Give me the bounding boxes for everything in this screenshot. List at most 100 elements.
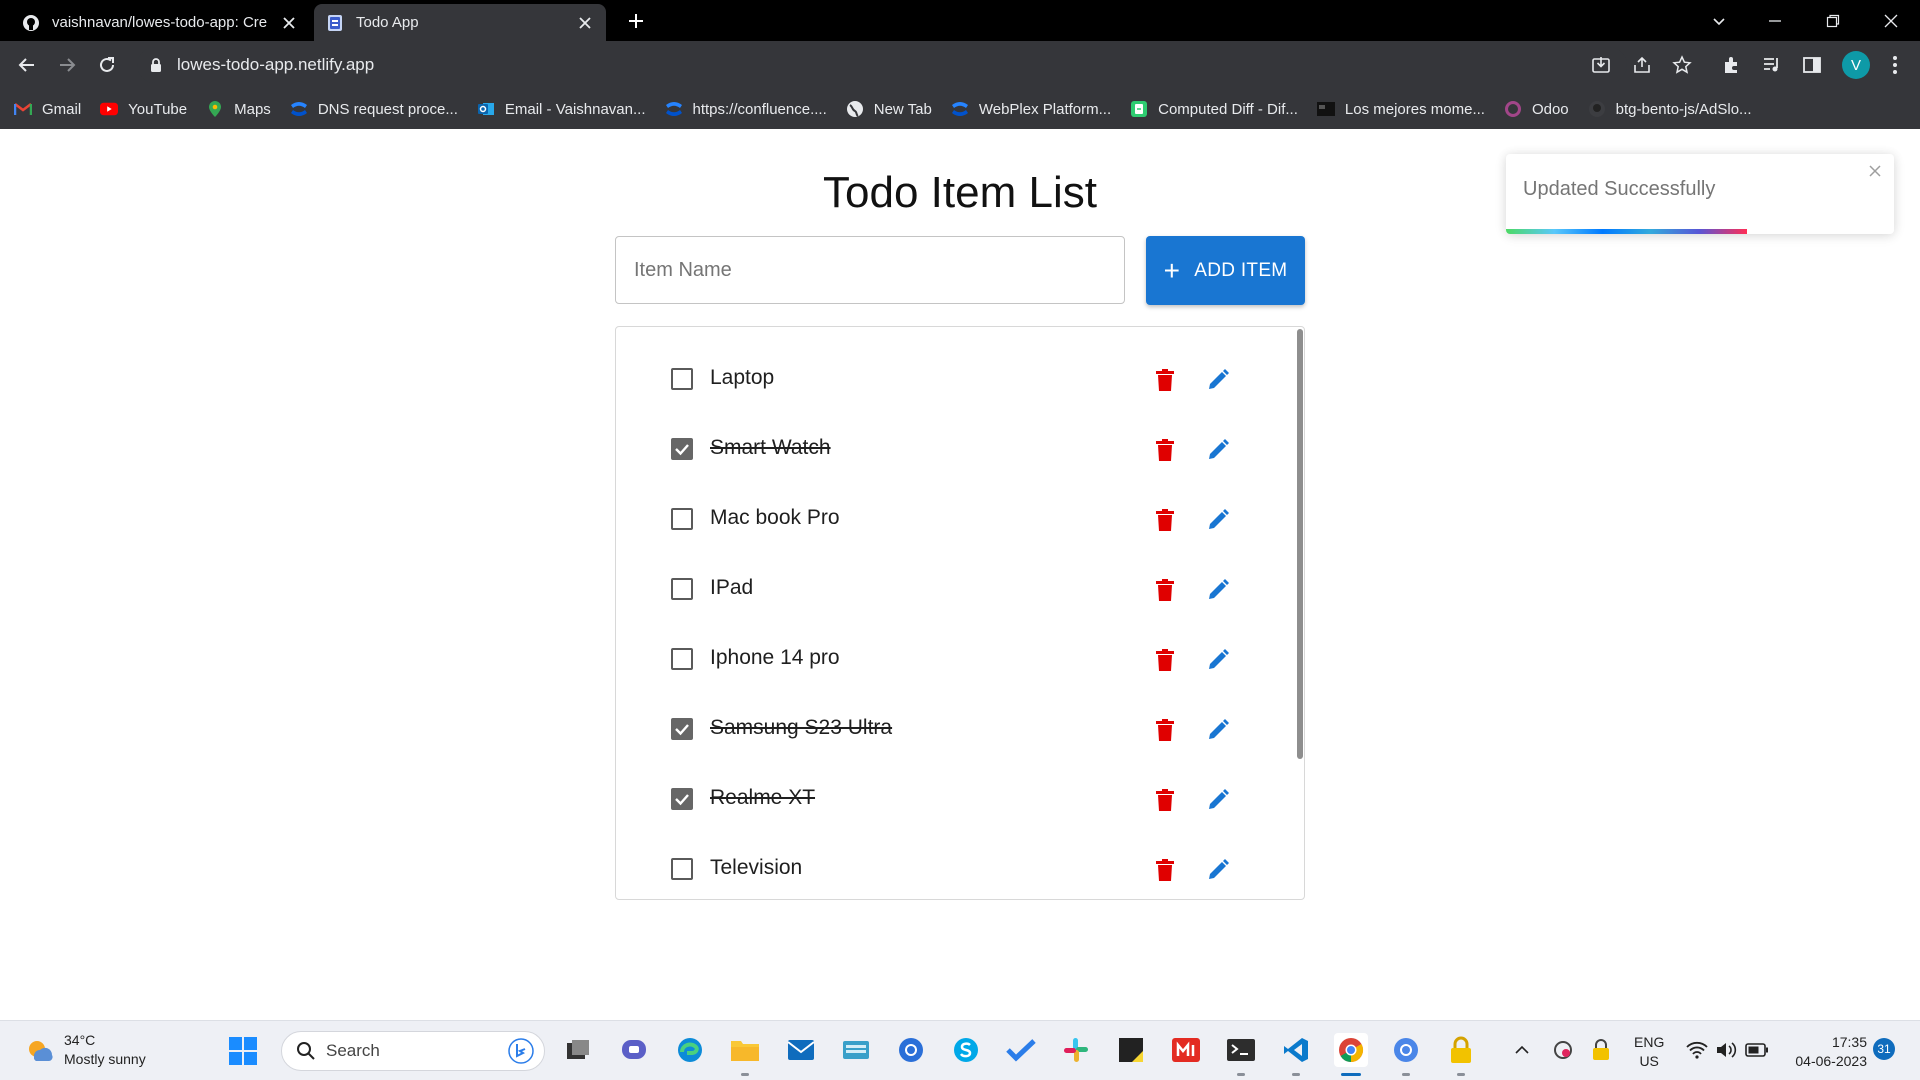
bookmark-los-mejores[interactable]: Los mejores mome... — [1316, 100, 1485, 118]
tray-lock-icon[interactable] — [1584, 1033, 1618, 1067]
mail-icon[interactable] — [784, 1033, 818, 1067]
bookmark-computed-diff[interactable]: Computed Diff - Dif... — [1130, 100, 1298, 118]
clock-time: 17:35 — [1831, 1034, 1867, 1050]
bookmark-label: Maps — [234, 100, 271, 118]
forward-button[interactable] — [51, 49, 83, 81]
delete-button[interactable] — [1150, 575, 1180, 605]
edit-button[interactable] — [1203, 365, 1233, 395]
bookmark-odoo[interactable]: Odoo — [1504, 100, 1569, 118]
bookmark-maps[interactable]: Maps — [206, 100, 271, 118]
tab-github[interactable]: vaishnavan/lowes-todo-app: Cre — [10, 4, 310, 41]
delete-button[interactable] — [1150, 855, 1180, 885]
chevron-up-icon[interactable] — [1505, 1033, 1539, 1067]
edge-icon[interactable] — [673, 1033, 707, 1067]
bookmark-label: https://confluence.... — [692, 100, 827, 118]
tray-app-icon[interactable] — [1546, 1033, 1580, 1067]
bookmark-confluence[interactable]: https://confluence.... — [665, 100, 827, 118]
edit-button[interactable] — [1203, 645, 1233, 675]
todo-checkbox[interactable] — [671, 648, 693, 670]
toast-message: Updated Successfully — [1523, 178, 1716, 200]
delete-button[interactable] — [1150, 435, 1180, 465]
bookmark-dns-request[interactable]: DNS request proce... — [290, 100, 458, 118]
share-icon[interactable] — [1630, 53, 1654, 77]
github-icon — [1588, 100, 1606, 118]
edit-button[interactable] — [1203, 435, 1233, 465]
todo-checkbox[interactable] — [671, 788, 693, 810]
close-icon[interactable] — [574, 12, 596, 34]
volume-icon[interactable] — [1709, 1033, 1743, 1067]
todo-checkbox[interactable] — [671, 508, 693, 530]
tab-search-button[interactable] — [1690, 0, 1747, 41]
bookmark-star-icon[interactable] — [1670, 53, 1694, 77]
address-bar[interactable]: lowes-todo-app.netlify.app — [137, 47, 1627, 83]
edit-button[interactable] — [1203, 855, 1233, 885]
reload-button[interactable] — [91, 49, 123, 81]
profile-avatar[interactable]: V — [1842, 51, 1870, 79]
close-icon — [1884, 14, 1897, 27]
running-indicator — [1457, 1073, 1465, 1076]
toast-close-button[interactable] — [1864, 160, 1886, 182]
bookmark-new-tab[interactable]: New Tab — [846, 100, 932, 118]
bookmark-email[interactable]: Email - Vaishnavan... — [477, 100, 646, 118]
edit-button[interactable] — [1203, 575, 1233, 605]
bookmark-gmail[interactable]: Gmail — [14, 100, 81, 118]
bookmark-youtube[interactable]: YouTube — [100, 100, 187, 118]
file-explorer-icon[interactable] — [728, 1033, 762, 1067]
sticky-notes-icon[interactable] — [1114, 1033, 1148, 1067]
todo-checkbox[interactable] — [671, 858, 693, 880]
delete-button[interactable] — [1150, 505, 1180, 535]
notification-badge[interactable]: 31 — [1873, 1038, 1895, 1060]
bookmark-webplex[interactable]: WebPlex Platform... — [951, 100, 1111, 118]
mtalk-icon[interactable] — [1169, 1033, 1203, 1067]
keyboard-app-icon[interactable] — [839, 1033, 873, 1067]
slack-icon[interactable] — [1059, 1033, 1093, 1067]
item-name-input[interactable] — [615, 236, 1125, 304]
edit-button[interactable] — [1203, 785, 1233, 815]
edit-button[interactable] — [1203, 505, 1233, 535]
chrome-alt-icon[interactable] — [894, 1033, 928, 1067]
bing-icon[interactable] — [508, 1038, 534, 1064]
todo-checkbox[interactable] — [671, 438, 693, 460]
minimize-button[interactable] — [1746, 0, 1803, 41]
todo-checkbox[interactable] — [671, 718, 693, 740]
side-panel-icon[interactable] — [1800, 53, 1824, 77]
bookmark-btg-bento[interactable]: btg-bento-js/AdSlo... — [1588, 100, 1752, 118]
lang-region: US — [1639, 1053, 1659, 1069]
skype-icon[interactable] — [949, 1033, 983, 1067]
kebab-menu-icon[interactable] — [1883, 53, 1907, 77]
task-view-icon[interactable] — [561, 1033, 595, 1067]
media-control-icon[interactable] — [1760, 53, 1784, 77]
terminal-icon[interactable] — [1224, 1033, 1258, 1067]
teams-chat-icon[interactable] — [617, 1033, 651, 1067]
edit-button[interactable] — [1203, 715, 1233, 745]
close-icon[interactable] — [278, 12, 300, 34]
chrome-icon[interactable] — [1334, 1033, 1368, 1067]
delete-button[interactable] — [1150, 365, 1180, 395]
add-item-button[interactable]: + ADD ITEM — [1146, 236, 1305, 305]
todo-checkbox[interactable] — [671, 368, 693, 390]
chrome-secondary-icon[interactable] — [1389, 1033, 1423, 1067]
start-button[interactable] — [229, 1037, 257, 1065]
delete-button[interactable] — [1150, 645, 1180, 675]
todo-checkmark-icon[interactable] — [1004, 1033, 1038, 1067]
todo-checkbox[interactable] — [671, 578, 693, 600]
weather-widget[interactable]: 34°C Mostly sunny — [24, 1031, 146, 1069]
vpn-lock-icon[interactable] — [1444, 1033, 1478, 1067]
new-tab-button[interactable] — [624, 9, 648, 33]
todo-list[interactable]: Laptop Smart Watch Mac book Pro IPad Iphone … — [615, 326, 1305, 900]
lock-icon[interactable] — [147, 56, 165, 74]
close-window-button[interactable] — [1862, 0, 1919, 41]
tab-todo-app[interactable]: Todo App — [314, 4, 606, 41]
input-language[interactable]: ENG US — [1634, 1033, 1664, 1071]
back-button[interactable] — [11, 49, 43, 81]
extensions-icon[interactable] — [1719, 53, 1743, 77]
vscode-icon[interactable] — [1279, 1033, 1313, 1067]
system-clock[interactable]: 17:35 04-06-2023 — [1785, 1033, 1867, 1071]
taskbar-search[interactable]: Search — [281, 1031, 545, 1071]
install-app-icon[interactable] — [1589, 53, 1613, 77]
battery-icon[interactable] — [1740, 1033, 1774, 1067]
delete-button[interactable] — [1150, 785, 1180, 815]
delete-button[interactable] — [1150, 715, 1180, 745]
restore-button[interactable] — [1804, 0, 1861, 41]
scrollbar-thumb[interactable] — [1297, 329, 1303, 759]
